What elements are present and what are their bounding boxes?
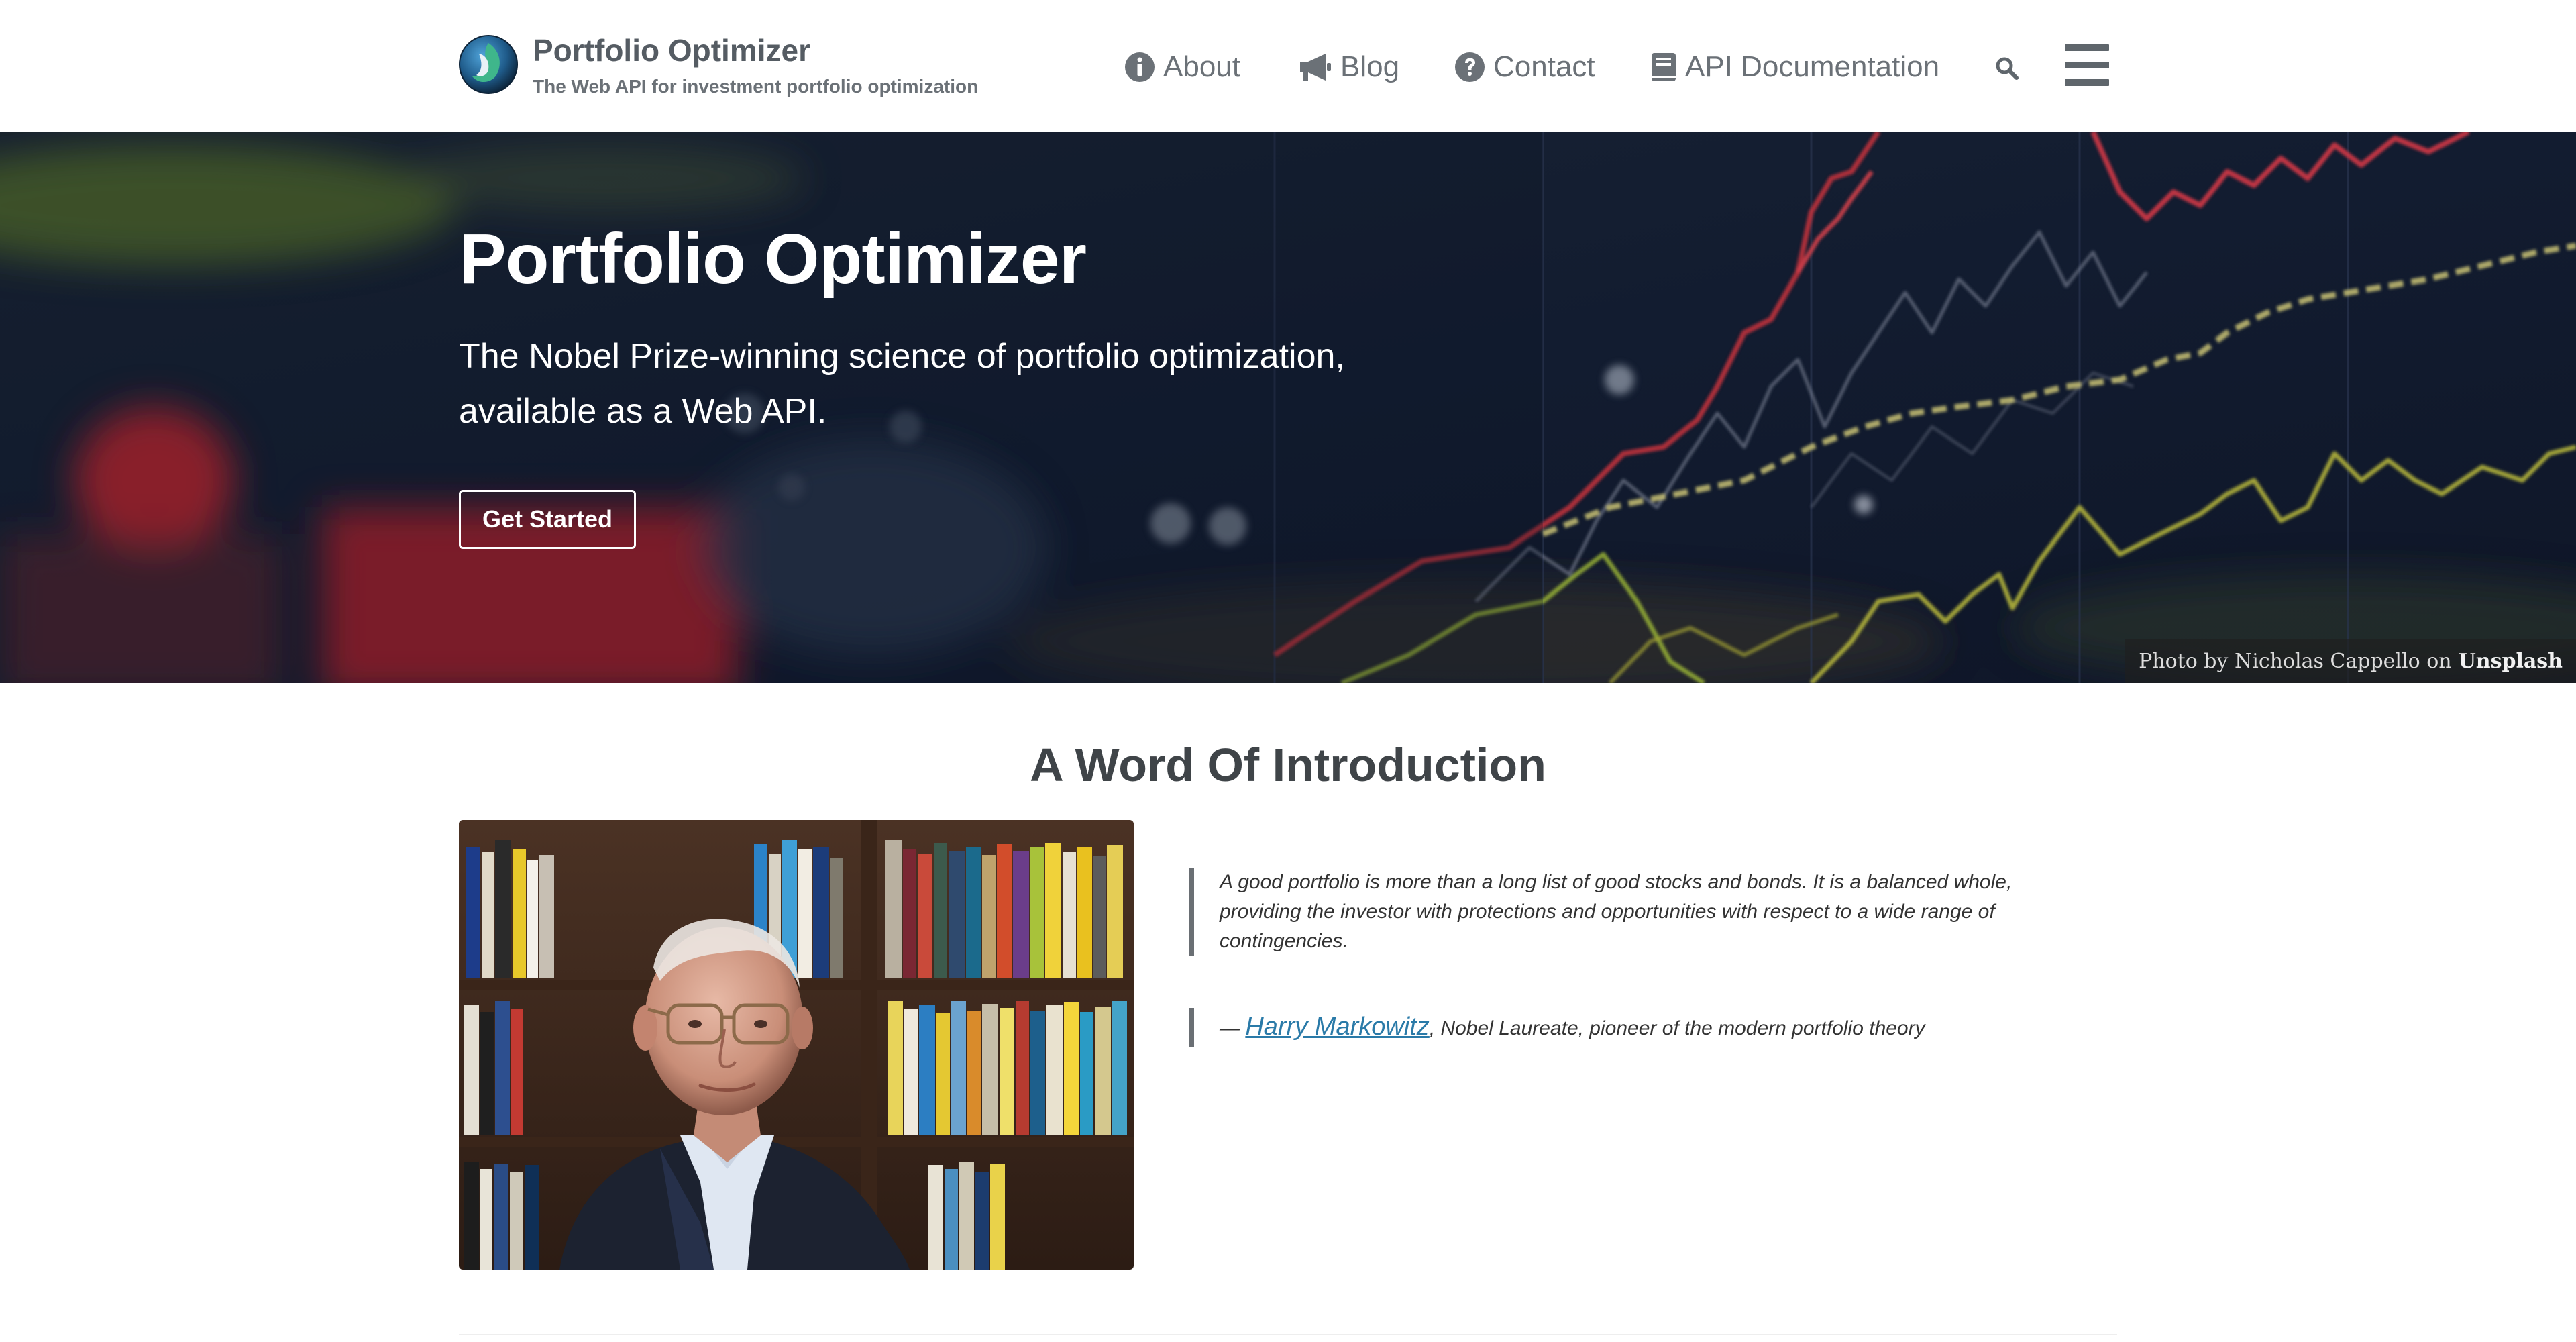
question-circle-icon (1455, 52, 1485, 82)
attribution-dash: — (1220, 1017, 1240, 1039)
search-icon[interactable] (1994, 55, 2021, 82)
nav-contact[interactable]: Contact (1454, 48, 1595, 86)
megaphone-icon (1300, 54, 1331, 81)
section-divider (459, 1334, 2117, 1335)
nav-api-documentation[interactable]: API Documentation (1650, 48, 1939, 86)
hero-tagline: The Nobel Prize-winning science of portf… (459, 329, 1465, 439)
quote-attribution: — Harry Markowitz, Nobel Laureate, pione… (1189, 1008, 2054, 1047)
nav-about-label: About (1163, 50, 1240, 83)
info-circle-icon (1125, 52, 1155, 82)
photo-credit: Photo by Nicholas Cappello on Unsplash (2125, 639, 2576, 683)
attribution-description: , Nobel Laureate, pioneer of the modern … (1429, 1017, 1925, 1039)
book-icon (1652, 53, 1676, 81)
get-started-button[interactable]: Get Started (459, 490, 636, 549)
intro-heading: A Word Of Introduction (1030, 739, 1546, 791)
site-header: Portfolio Optimizer The Web API for inve… (0, 0, 2576, 132)
hero-tagline-line2: available as a Web API. (459, 392, 827, 431)
hero-banner: Portfolio Optimizer The Nobel Prize-winn… (0, 132, 2576, 683)
harry-markowitz-link[interactable]: Harry Markowitz (1245, 1013, 1429, 1041)
markowitz-quote: A good portfolio is more than a long lis… (1189, 868, 2054, 956)
nav-api-documentation-label: API Documentation (1685, 50, 1940, 83)
photo-credit-source-link[interactable]: Unsplash (2459, 650, 2563, 673)
hero-title: Portfolio Optimizer (459, 219, 1087, 299)
nav-blog-label: Blog (1340, 50, 1400, 83)
brand-subtitle: The Web API for investment portfolio opt… (533, 76, 979, 97)
photo-credit-text: Photo by Nicholas Cappello on (2139, 649, 2452, 673)
brand-title[interactable]: Portfolio Optimizer (533, 32, 810, 68)
nav-contact-label: Contact (1493, 50, 1595, 83)
nav-blog[interactable]: Blog (1297, 48, 1399, 86)
hamburger-menu-icon[interactable] (2065, 44, 2109, 86)
harry-markowitz-portrait-image (459, 820, 1134, 1270)
hero-tagline-line1: The Nobel Prize-winning science of portf… (459, 337, 1345, 376)
logo-icon[interactable] (459, 35, 518, 94)
nav-about[interactable]: About (1124, 48, 1240, 86)
